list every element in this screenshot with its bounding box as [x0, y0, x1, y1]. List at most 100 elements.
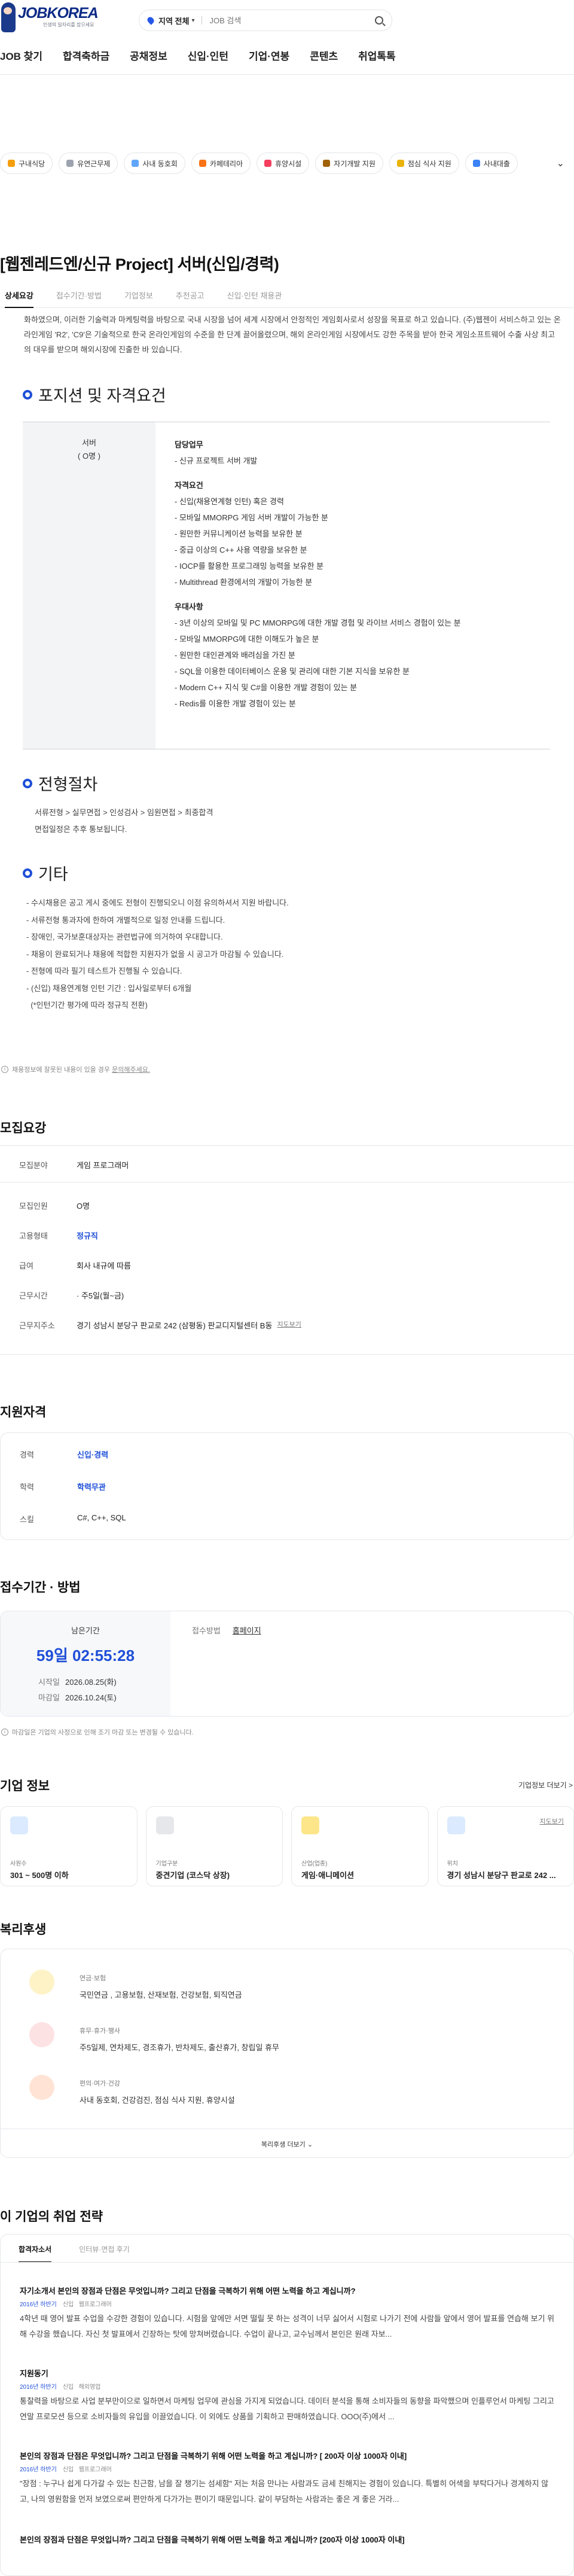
- bullet-ring-icon: [23, 389, 32, 400]
- end-date: 2026.10.24(토): [65, 1693, 117, 1702]
- tab-company-info[interactable]: 기업정보: [124, 284, 153, 308]
- bullet-ring-icon: [23, 778, 32, 788]
- tab-entry-intern-hall[interactable]: 신입·인턴 채용관: [227, 284, 282, 308]
- health-icon: [29, 2075, 54, 2100]
- tab-recommended[interactable]: 추천공고: [176, 284, 204, 308]
- report-link[interactable]: 문의해주세요.: [112, 1065, 150, 1074]
- summary-row: 급여 회사 내규에 따름: [19, 1261, 131, 1270]
- etc-list: - 수시채용은 공고 게시 중에도 전형이 진행되오니 이점 유의하셔서 지원 …: [26, 898, 289, 1010]
- job-title: [웹젠레드엔/신규 Project] 서버(신입/경력): [0, 255, 279, 273]
- essay-question[interactable]: 자기소개서 본인의 장점과 단점은 무엇입니까? 그리고 단점을 극복하기 위해…: [20, 2285, 356, 2296]
- summary-row: 고용형태 정규직: [19, 1231, 98, 1240]
- qual-heading: 자격요건: [175, 481, 203, 490]
- people-icon: [10, 1816, 28, 1834]
- nav-congrats-bonus[interactable]: 합격축하금: [63, 48, 109, 63]
- tab-detail[interactable]: 상세요강: [5, 284, 33, 308]
- welfare-chip-bar: 구내식당 유연근무제 사내 동호회 카페테리아 휴양시설 자기개발 지원 점심 …: [0, 148, 574, 178]
- company-card-type: 기업구분 중견기업 (코스닥 상장): [145, 1806, 283, 1886]
- strategy-tabs: 합격자소서 인터뷰·면접 후기: [19, 2244, 130, 2263]
- essay-answer: "장점 : 누구나 쉽게 다가갈 수 있는 친근함, 남을 잘 챙기는 섬세함"…: [20, 2479, 549, 2504]
- essay-question[interactable]: 본인의 장점과 단점은 무엇입니까? 그리고 단점을 극복하기 위해 어떤 노력…: [20, 2450, 407, 2461]
- book-icon: [323, 160, 331, 167]
- homepage-link[interactable]: 홈페이지: [233, 1626, 261, 1635]
- search-icon[interactable]: [375, 16, 383, 25]
- chip-self-dev[interactable]: 자기개발 지원: [315, 153, 383, 174]
- company-card-location: 지도보기 위치 경기 성남시 분당구 판교로 242 ...: [436, 1806, 574, 1886]
- party-icon: [29, 2022, 54, 2047]
- pref-heading: 우대사항: [175, 602, 203, 611]
- map-link[interactable]: 지도보기: [277, 1319, 301, 1331]
- apply-note: i 마감일은 기업의 사정으로 인해 조기 마감 또는 변경될 수 있습니다.: [1, 1727, 194, 1737]
- process-text: 서류전형 > 실무면접 > 인성검사 > 임원면접 > 최종합격 면접일정은 추…: [35, 808, 213, 834]
- qual-item: - 모바일 MMORPG 게임 서버 개발이 가능한 분: [175, 513, 328, 522]
- essay-answer: 4학년 때 영어 발표 수업을 수강한 경험이 있습니다. 시험을 앞에만 서면…: [20, 2314, 555, 2339]
- nav-public-recruit[interactable]: 공채정보: [130, 48, 167, 63]
- chevron-down-icon[interactable]: ⌄: [557, 157, 564, 169]
- essay-answer: 통찰력을 바탕으로 사업 분부만이으로 일하면서 마케팅 업무에 관심을 가지게…: [20, 2397, 554, 2421]
- start-date: 2026.08.25(화): [65, 1678, 117, 1687]
- jobkorea-logo[interactable]: JOBKOREA 인생의 일자리를 잡으세요: [0, 0, 99, 36]
- chip-lunch[interactable]: 점심 식사 지원: [389, 153, 459, 174]
- nav-job-talk[interactable]: 취업톡톡: [358, 48, 396, 63]
- pref-item: - SQL을 이용한 데이터베이스 운용 및 관리에 대한 기본 지식을 보유한…: [175, 667, 410, 676]
- welfare-item: 연금·보험 국민연금 , 고용보험, 산재보험, 건강보험, 퇴직연금: [29, 1967, 242, 2000]
- detail-tabs: 상세요강 접수기간·방법 기업정보 추천공고 신입·인턴 채용관: [0, 284, 574, 308]
- qualification-table: 서버 ( O명 ) 담당업무 - 신규 프로젝트 서버 개발 자격요건 - 신입…: [23, 422, 550, 749]
- info-icon: i: [1, 1066, 8, 1073]
- apply-method: 접수방법 홈페이지: [192, 1626, 261, 1635]
- chevron-down-icon[interactable]: ▾: [191, 17, 194, 24]
- pref-item: - 모바일 MMORPG에 대한 이해도가 높은 분: [175, 635, 319, 644]
- essay-question[interactable]: 지원동기: [20, 2367, 48, 2379]
- bank-icon: [472, 160, 480, 167]
- chip-cafeteria[interactable]: 구내식당: [0, 153, 53, 174]
- pref-item: - 3년 이상의 모바일 및 PC MMORPG에 대한 개발 경험 및 라이브…: [175, 618, 461, 627]
- chip-loan[interactable]: 사내대출: [465, 153, 518, 174]
- nav-company-salary[interactable]: 기업·연봉: [249, 48, 289, 63]
- tab-interviews[interactable]: 인터뷰·면접 후기: [79, 2244, 130, 2263]
- summary-row: 모집인원 O명: [19, 1202, 90, 1211]
- pref-item: - Modern C++ 지식 및 C#을 이용한 개발 경험이 있는 분: [175, 683, 358, 692]
- group-icon: [132, 160, 139, 167]
- summary-title: 모집요강: [0, 1121, 47, 1135]
- nav-contents[interactable]: 콘텐츠: [310, 48, 338, 63]
- info-icon: i: [1, 1728, 8, 1736]
- qual-item: - IOCP를 활용한 프로그래밍 능력을 보유한 분: [175, 562, 324, 571]
- company-cards: 사원수 301 ~ 500명 이하 기업구분 중견기업 (코스닥 상장) 산업(업종…: [0, 1806, 574, 1886]
- requirements-cell: 담당업무 - 신규 프로젝트 서버 개발 자격요건 - 신입(채용연계형 인턴)…: [155, 422, 550, 749]
- process-heading: 전형절차: [23, 772, 97, 795]
- search-bar[interactable]: 지역 전체 ▾: [139, 10, 392, 31]
- nav-job-search[interactable]: JOB 찾기: [0, 48, 42, 63]
- qual-item: - 신입(채용연계형 인턴) 혹은 경력: [175, 497, 284, 506]
- insurance-icon: [29, 1970, 54, 1995]
- map-link[interactable]: 지도보기: [540, 1816, 564, 1826]
- position-name: 서버: [82, 438, 96, 447]
- qual-item: - 원만한 커뮤니케이션 능력을 보유한 분: [175, 529, 303, 538]
- chip-club[interactable]: 사내 동호회: [124, 153, 185, 174]
- clock-icon: [66, 160, 74, 167]
- chip-resort[interactable]: 휴양시설: [257, 153, 310, 174]
- chip-cafe[interactable]: 카페테리아: [191, 153, 251, 174]
- bullet-ring-icon: [23, 868, 32, 878]
- apply-card: 남은기간 59일 02:55:28 시작일 2026.08.25(화) 마감일 20…: [0, 1611, 574, 1717]
- company-title: 기업 정보: [0, 1779, 50, 1793]
- qual-item: - Multithread 환경에서의 개발이 가능한 분: [175, 578, 313, 587]
- welfare-more-button[interactable]: 복리후생 더보기 ⌄: [1, 2139, 573, 2149]
- apply-title: 접수기간 · 방법: [0, 1581, 81, 1595]
- meal-icon: [8, 160, 15, 167]
- search-input[interactable]: [209, 16, 375, 25]
- nav-entry-intern[interactable]: 신입·인턴: [188, 48, 228, 63]
- tab-apply-period[interactable]: 접수기간·방법: [56, 284, 102, 308]
- countdown-timer: 59일 02:55:28: [36, 1647, 135, 1665]
- essay-question[interactable]: 본인의 장점과 단점은 무엇입니까? 그리고 단점을 극복하기 위해 어떤 노력…: [20, 2534, 555, 2545]
- pref-item: - 원만한 대인관계와 배려심을 가진 분: [175, 651, 295, 660]
- company-more-link[interactable]: 기업정보 더보기 >: [518, 1780, 573, 1790]
- chip-flex-work[interactable]: 유연근무제: [59, 153, 118, 174]
- strategy-card: 합격자소서 인터뷰·면접 후기 자기소개서 본인의 장점과 단점은 무엇입니까?…: [0, 2234, 574, 2576]
- duty-heading: 담당업무: [175, 440, 203, 449]
- strategy-title: 이 기업의 취업 전략: [0, 2210, 103, 2224]
- region-selector[interactable]: 지역 전체: [158, 15, 189, 26]
- company-card-industry: 산업(업종) 게임·애니메이션: [291, 1806, 429, 1886]
- qualify-card: 경력 신입·경력 학력 학력무관 스킬 C#, C++, SQL: [0, 1432, 574, 1540]
- coffee-icon: [199, 160, 206, 167]
- tab-essays[interactable]: 합격자소서: [19, 2244, 52, 2263]
